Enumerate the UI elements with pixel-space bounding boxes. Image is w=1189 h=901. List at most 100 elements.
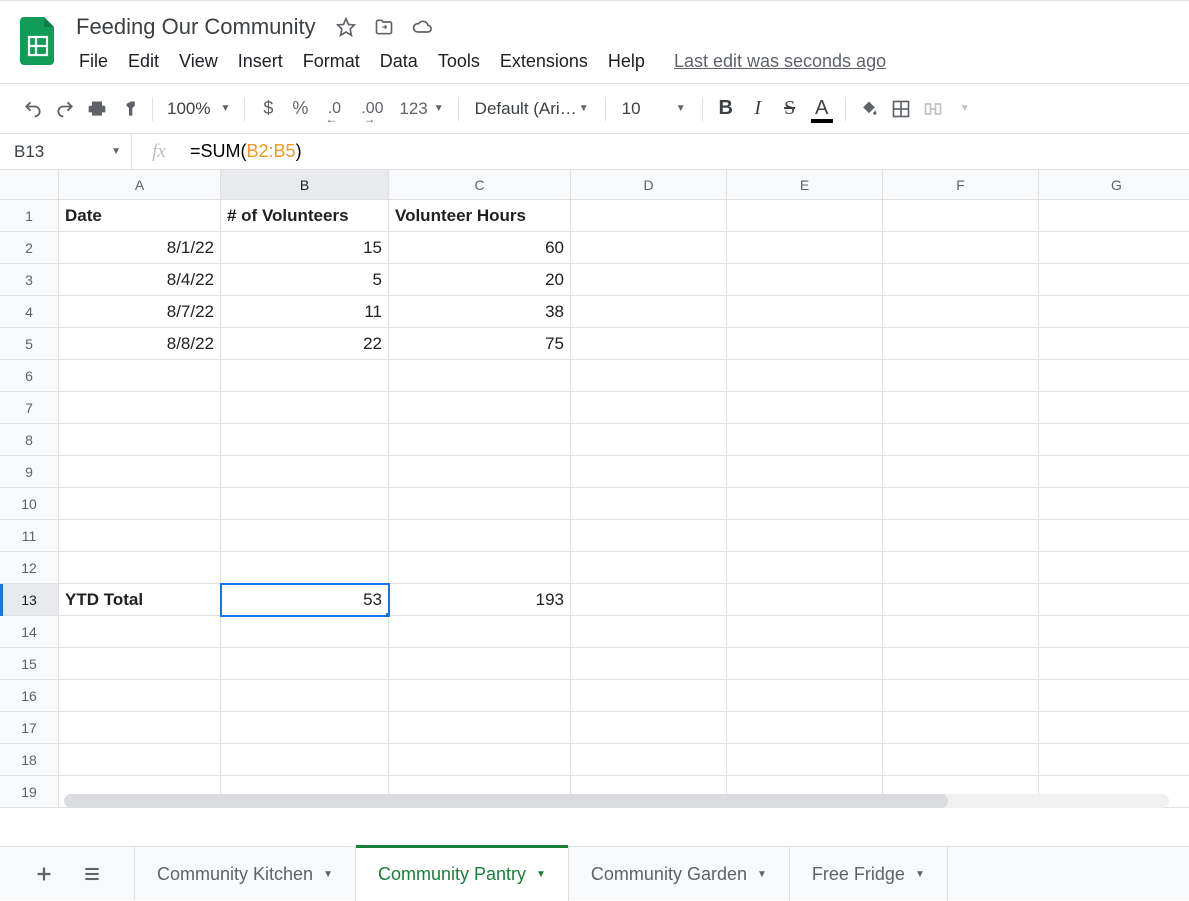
print-button[interactable] [82, 94, 112, 124]
chevron-down-icon[interactable]: ▼ [757, 869, 767, 880]
cell-G6[interactable] [1039, 360, 1189, 392]
cell-A6[interactable] [59, 360, 221, 392]
cell-C11[interactable] [389, 520, 571, 552]
cell-B14[interactable] [221, 616, 389, 648]
row-header-9[interactable]: 9 [0, 456, 59, 488]
cell-D1[interactable] [571, 200, 727, 232]
row-header-15[interactable]: 15 [0, 648, 59, 680]
italic-button[interactable]: I [743, 94, 773, 124]
cell-C7[interactable] [389, 392, 571, 424]
cell-A4[interactable]: 8/7/22 [59, 296, 221, 328]
cell-C16[interactable] [389, 680, 571, 712]
cell-D4[interactable] [571, 296, 727, 328]
paint-format-button[interactable] [114, 94, 144, 124]
row-header-5[interactable]: 5 [0, 328, 59, 360]
cell-G18[interactable] [1039, 744, 1189, 776]
cell-C2[interactable]: 60 [389, 232, 571, 264]
cell-A2[interactable]: 8/1/22 [59, 232, 221, 264]
row-header-16[interactable]: 16 [0, 680, 59, 712]
cell-B1[interactable]: # of Volunteers [221, 200, 389, 232]
cell-B12[interactable] [221, 552, 389, 584]
cell-E6[interactable] [727, 360, 883, 392]
cell-D11[interactable] [571, 520, 727, 552]
fill-color-button[interactable] [854, 94, 884, 124]
cell-E13[interactable] [727, 584, 883, 616]
cell-G3[interactable] [1039, 264, 1189, 296]
cell-E5[interactable] [727, 328, 883, 360]
cell-A7[interactable] [59, 392, 221, 424]
row-header-7[interactable]: 7 [0, 392, 59, 424]
cell-A1[interactable]: Date [59, 200, 221, 232]
select-all-corner[interactable] [0, 170, 59, 200]
row-header-6[interactable]: 6 [0, 360, 59, 392]
row-header-14[interactable]: 14 [0, 616, 59, 648]
cell-G10[interactable] [1039, 488, 1189, 520]
cell-A5[interactable]: 8/8/22 [59, 328, 221, 360]
row-header-17[interactable]: 17 [0, 712, 59, 744]
cell-B7[interactable] [221, 392, 389, 424]
spreadsheet-grid[interactable]: ABCDEFG1Date# of VolunteersVolunteer Hou… [0, 170, 1189, 808]
cell-D7[interactable] [571, 392, 727, 424]
cell-B3[interactable]: 5 [221, 264, 389, 296]
format-percent-button[interactable]: % [285, 94, 315, 124]
cell-D17[interactable] [571, 712, 727, 744]
cell-A16[interactable] [59, 680, 221, 712]
cell-E8[interactable] [727, 424, 883, 456]
column-header-F[interactable]: F [883, 170, 1039, 200]
cell-F17[interactable] [883, 712, 1039, 744]
cell-G14[interactable] [1039, 616, 1189, 648]
cell-F7[interactable] [883, 392, 1039, 424]
undo-button[interactable] [18, 94, 48, 124]
decrease-decimal-button[interactable]: .0← [317, 94, 351, 124]
cloud-status-icon[interactable] [412, 17, 432, 37]
font-size-select[interactable]: 10▼ [614, 99, 694, 119]
cell-B17[interactable] [221, 712, 389, 744]
last-edit-link[interactable]: Last edit was seconds ago [674, 51, 886, 72]
cell-C14[interactable] [389, 616, 571, 648]
cell-C6[interactable] [389, 360, 571, 392]
cell-D18[interactable] [571, 744, 727, 776]
cell-E10[interactable] [727, 488, 883, 520]
cell-E14[interactable] [727, 616, 883, 648]
add-sheet-button[interactable] [26, 856, 62, 892]
cell-F18[interactable] [883, 744, 1039, 776]
column-header-E[interactable]: E [727, 170, 883, 200]
cell-E11[interactable] [727, 520, 883, 552]
cell-G12[interactable] [1039, 552, 1189, 584]
cell-B6[interactable] [221, 360, 389, 392]
horizontal-scrollbar[interactable] [64, 794, 1169, 808]
row-header-2[interactable]: 2 [0, 232, 59, 264]
cell-A14[interactable] [59, 616, 221, 648]
column-header-A[interactable]: A [59, 170, 221, 200]
cell-C17[interactable] [389, 712, 571, 744]
cell-F4[interactable] [883, 296, 1039, 328]
column-header-C[interactable]: C [389, 170, 571, 200]
cell-F1[interactable] [883, 200, 1039, 232]
increase-decimal-button[interactable]: .00→ [353, 94, 391, 124]
cell-C18[interactable] [389, 744, 571, 776]
menu-file[interactable]: File [70, 47, 117, 76]
cell-E3[interactable] [727, 264, 883, 296]
cell-D10[interactable] [571, 488, 727, 520]
cell-B16[interactable] [221, 680, 389, 712]
cell-A11[interactable] [59, 520, 221, 552]
cell-A3[interactable]: 8/4/22 [59, 264, 221, 296]
cell-B13[interactable]: 53 [221, 584, 389, 616]
cell-B2[interactable]: 15 [221, 232, 389, 264]
column-header-D[interactable]: D [571, 170, 727, 200]
cell-B15[interactable] [221, 648, 389, 680]
menu-data[interactable]: Data [371, 47, 427, 76]
cell-D15[interactable] [571, 648, 727, 680]
cell-G9[interactable] [1039, 456, 1189, 488]
cell-G2[interactable] [1039, 232, 1189, 264]
row-header-4[interactable]: 4 [0, 296, 59, 328]
cell-B9[interactable] [221, 456, 389, 488]
text-color-button[interactable]: A [807, 94, 837, 124]
all-sheets-button[interactable] [74, 856, 110, 892]
cell-F2[interactable] [883, 232, 1039, 264]
merge-cells-button[interactable] [918, 94, 948, 124]
cell-B18[interactable] [221, 744, 389, 776]
cell-E18[interactable] [727, 744, 883, 776]
cell-F13[interactable] [883, 584, 1039, 616]
row-header-19[interactable]: 19 [0, 776, 59, 808]
